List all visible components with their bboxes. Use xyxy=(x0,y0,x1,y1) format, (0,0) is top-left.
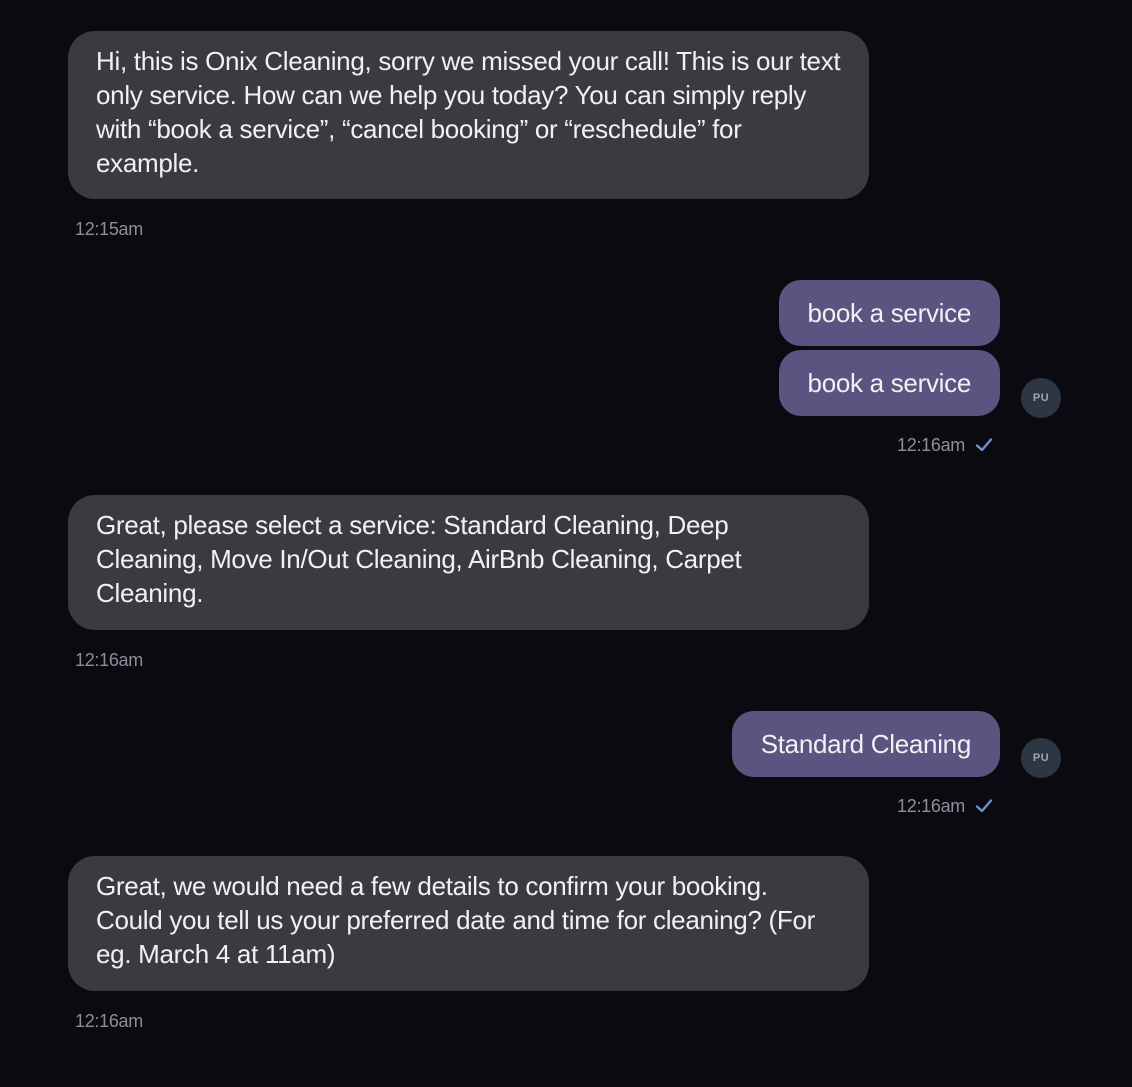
message-timestamp: 12:16am xyxy=(897,796,965,816)
outgoing-message-bubble: book a service xyxy=(778,350,1000,416)
outgoing-message-bubble: Standard Cleaning xyxy=(731,711,1000,777)
outgoing-message-bubble: book a service xyxy=(778,280,1000,346)
message-text: Standard Cleaning xyxy=(760,729,972,759)
checkmark-icon xyxy=(975,438,993,452)
message-text: Great, we would need a few details to co… xyxy=(96,871,815,969)
avatar[interactable]: PU xyxy=(1021,738,1061,778)
message-text: Hi, this is Onix Cleaning, sorry we miss… xyxy=(96,46,841,178)
checkmark-icon xyxy=(975,799,993,813)
incoming-message-bubble: Great, we would need a few details to co… xyxy=(68,856,869,991)
avatar[interactable]: PU xyxy=(1021,378,1061,418)
message-timestamp: 12:16am xyxy=(75,1011,143,1031)
message-text: book a service xyxy=(807,298,972,328)
chat-thread: Hi, this is Onix Cleaning, sorry we miss… xyxy=(0,0,1132,1087)
incoming-message-bubble: Great, please select a service: Standard… xyxy=(68,495,869,630)
message-text: book a service xyxy=(807,368,972,398)
message-text: Great, please select a service: Standard… xyxy=(96,510,742,608)
incoming-message-bubble: Hi, this is Onix Cleaning, sorry we miss… xyxy=(68,31,869,199)
message-timestamp: 12:16am xyxy=(897,435,965,455)
message-timestamp: 12:15am xyxy=(75,219,143,239)
message-timestamp: 12:16am xyxy=(75,650,143,670)
